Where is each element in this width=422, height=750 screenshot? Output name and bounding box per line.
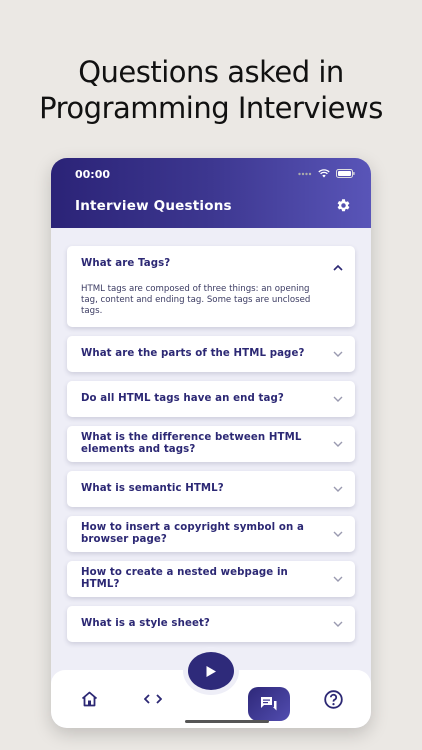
question-text: What is a style sheet?	[81, 618, 210, 629]
home-indicator	[185, 720, 269, 723]
chevron-down-icon[interactable]	[333, 530, 343, 538]
question-card[interactable]: How to create a nested webpage in HTML?	[67, 561, 355, 597]
question-text: How to insert a copyright symbol on a br…	[81, 522, 304, 545]
chevron-down-icon[interactable]	[333, 350, 343, 358]
question-text: How to create a nested webpage in HTML?	[81, 567, 288, 590]
play-icon	[206, 665, 216, 677]
play-button[interactable]	[188, 652, 234, 690]
chevron-down-icon[interactable]	[333, 485, 343, 493]
code-icon	[144, 694, 162, 704]
question-card[interactable]: What is a style sheet?	[67, 606, 355, 642]
status-icons	[298, 169, 355, 178]
nav-code[interactable]	[139, 670, 167, 728]
nav-chat[interactable]	[248, 687, 290, 721]
headline-line-2: Programming Interviews	[39, 91, 383, 125]
chevron-up-icon[interactable]	[333, 264, 343, 272]
app-bar: 00:00 Interview Questions	[51, 158, 371, 228]
question-card[interactable]: What is semantic HTML?	[67, 471, 355, 507]
signal-icon	[298, 172, 312, 175]
question-card[interactable]: How to insert a copyright symbol on a br…	[67, 516, 355, 552]
question-text: Do all HTML tags have an end tag?	[81, 393, 284, 404]
question-text: What are the parts of the HTML page?	[81, 348, 305, 359]
question-card[interactable]: What is the difference between HTML elem…	[67, 426, 355, 462]
answer-text: HTML tags are composed of three things: …	[81, 284, 311, 316]
home-icon	[81, 691, 97, 707]
headline-line-1: Questions asked in	[78, 55, 344, 89]
phone-screen: 00:00 Interview Questions What are Tags?…	[51, 158, 371, 728]
gear-icon[interactable]	[336, 198, 351, 213]
chevron-down-icon[interactable]	[333, 440, 343, 448]
nav-home[interactable]	[75, 670, 103, 728]
status-time: 00:00	[75, 168, 111, 181]
question-text: What is semantic HTML?	[81, 483, 224, 494]
chevron-down-icon[interactable]	[333, 395, 343, 403]
question-text: What is the difference between HTML elem…	[81, 432, 302, 455]
question-card[interactable]: Do all HTML tags have an end tag?	[67, 381, 355, 417]
question-card[interactable]: What are the parts of the HTML page?	[67, 336, 355, 372]
question-list: What are Tags? HTML tags are composed of…	[67, 246, 355, 651]
chevron-down-icon[interactable]	[333, 575, 343, 583]
question-card[interactable]: What are Tags? HTML tags are composed of…	[67, 246, 355, 327]
wifi-icon	[318, 169, 330, 178]
nav-help[interactable]	[319, 670, 347, 728]
chat-icon	[261, 697, 277, 711]
app-title: Interview Questions	[75, 198, 232, 214]
chevron-down-icon[interactable]	[333, 620, 343, 628]
promo-headline: Questions asked in Programming Interview…	[0, 54, 422, 126]
battery-icon	[336, 169, 355, 178]
help-icon	[323, 689, 343, 709]
question-text: What are Tags?	[81, 258, 171, 269]
